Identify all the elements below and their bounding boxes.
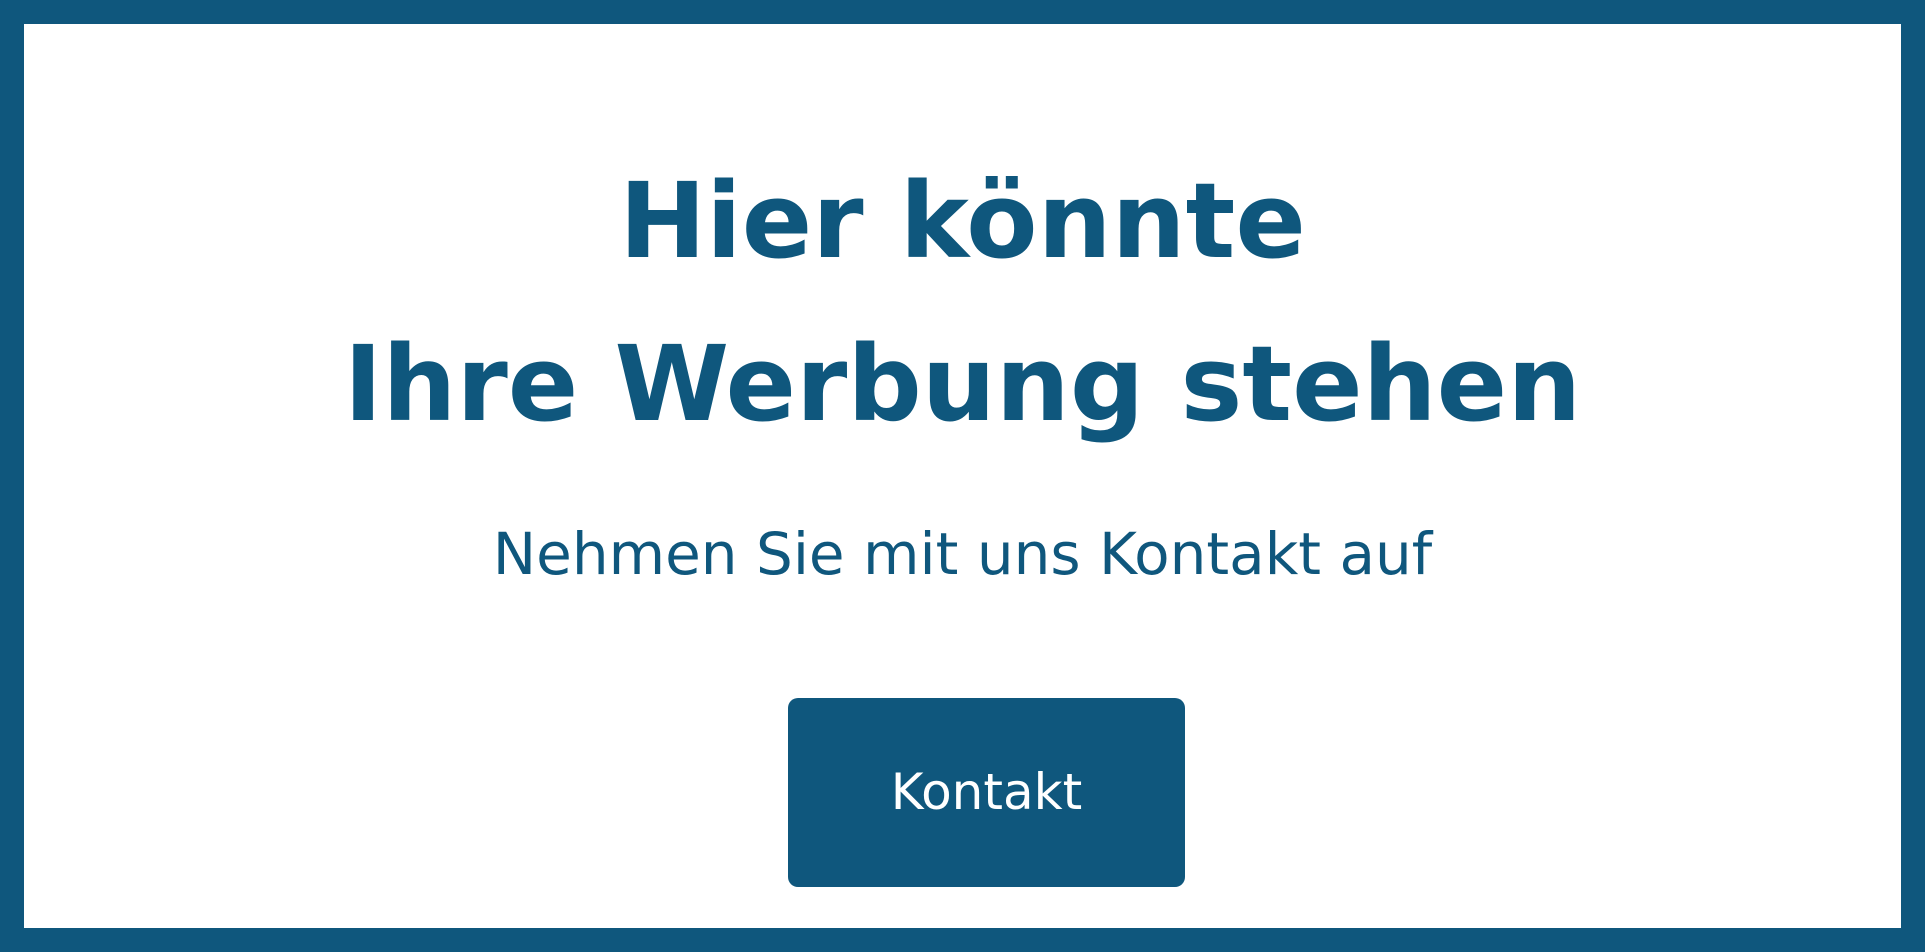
contact-button[interactable]: Kontakt — [788, 698, 1185, 887]
headline-line-1: Hier könnte — [619, 160, 1306, 282]
contact-prompt-text: Nehmen Sie mit uns Kontakt auf — [492, 520, 1433, 588]
advertisement-banner: Hier könnte Ihre Werbung stehen Nehmen S… — [0, 0, 1925, 952]
headline-line-2: Ihre Werbung stehen — [343, 323, 1582, 445]
headline: Hier könnte Ihre Werbung stehen — [24, 140, 1901, 466]
